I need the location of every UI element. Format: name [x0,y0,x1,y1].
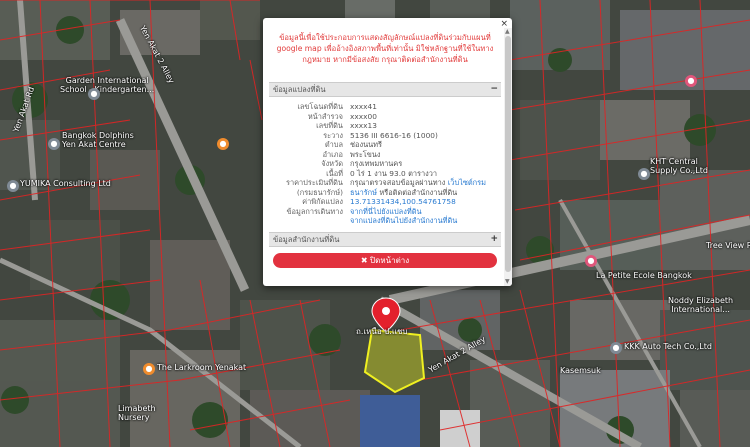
scroll-down-icon[interactable]: ▼ [505,278,510,285]
parcel-marker-label: ถ.เหนือ ป.แชบ [356,327,408,336]
section-header-office[interactable]: ข้อมูลสำนักงานที่ดิน + [269,231,501,247]
restaurant-icon[interactable]: ● [217,138,229,150]
poi-label-kht: KHT Central Supply Co.,Ltd [650,157,708,175]
poi-label-line: Bangkok Dolphins [62,131,134,140]
table-row: เนื้อที่ 0 ไร่ 1 งาน 93.0 ตารางวา [269,169,486,179]
section-title: ข้อมูลแปลงที่ดิน [273,85,326,94]
poi-label-line: Limabeth [118,404,156,413]
poi-label-line: Garden International [65,76,149,85]
row-key: จังหวัด [321,159,343,168]
poi-label-la-petite: La Petite Ecole Bangkok [596,271,692,280]
close-window-button[interactable]: ✖ ปิดหน้าต่าง [273,252,497,268]
poi-label-line: International... [671,305,730,314]
poi-label-bangkok-dolphins: Bangkok Dolphins Yen Akat Centre [62,131,134,149]
table-row: ค่าพิกัดแปลง 13.71331434,100.54761758 [269,197,486,207]
parcel-info-popup: × ข้อมูลนี้เพื่อใช้ประกอบการแสดงสัญลักษณ… [263,18,512,286]
row-key: เลขที่ดิน [316,121,343,130]
treasury-link[interactable]: ธนารักษ์ [350,188,377,197]
row-key: (กรมธนารักษ์) [296,187,343,197]
row-key [269,216,350,226]
row-key: ค่าพิกัดแปลง [302,197,343,206]
row-value: พระโขนง [350,149,381,159]
poi-label-limabeth: Limabeth Nursery [118,404,156,422]
poi-label-kkk: KKK Auto Tech Co.,Ltd [624,342,712,351]
popup-scrollbar[interactable]: ▲ ▼ [504,28,512,286]
disclaimer-notice: ข้อมูลนี้เพื่อใช้ประกอบการแสดงสัญลักษณ์แ… [276,33,494,64]
row-value: กรุงเทพมหานคร [350,159,403,168]
row-key: หน้าสำรวจ [307,111,343,121]
school-icon[interactable]: ● [88,88,100,100]
table-row: หน้าสำรวจ xxxx00 [269,112,486,122]
section-header-parcel[interactable]: ข้อมูลแปลงที่ดิน − [269,82,501,97]
shop-icon[interactable]: ● [685,75,697,87]
row-value: xxxx41 [350,102,377,111]
poi-label-larkroom: The Larkroom Yenakat [157,363,247,372]
row-key: อำเภอ [322,149,343,159]
row-value: กรุณาตรวจสอบข้อมูลผ่านทาง เว็บไซต์กรม [350,178,486,188]
table-row: ตำบล ช่องนนทรี [269,140,486,150]
poi-label-line: Supply Co.,Ltd [650,166,708,175]
poi-label-line: KHT Central [650,157,698,166]
table-row: อำเภอ พระโขนง [269,150,486,160]
collapse-icon[interactable]: − [490,83,498,96]
row-value: 0 ไร่ 1 งาน 93.0 ตารางวา [350,168,438,178]
row-key: ข้อมูลการเดินทาง [286,206,344,216]
poi-label-noddy: Noddy Elizabeth International... [668,296,733,314]
row-key: เนื้อที่ [326,168,343,178]
poi-label-garden-school: Garden International School - Kindergart… [60,76,154,94]
row-value: 13.71331434,100.54761758 [350,197,486,207]
row-key: ตำบล [324,140,343,149]
poi-label-line: School - Kindergarten... [60,85,155,94]
poi-label-yumika: YUMIKA Consulting Ltd [20,179,111,188]
row-value-text: กรุณาตรวจสอบข้อมูลผ่านทาง [350,178,446,187]
row-key: ราคาประเมินที่ดิน [285,178,343,187]
row-value-text: หรือติดต่อสำนักงานที่ดิน [377,187,458,197]
expand-icon[interactable]: + [490,233,498,246]
parcel-info-table: เลขโฉนดที่ดิน xxxx41 หน้าสำรวจ xxxx00 เลขท… [269,102,486,226]
row-value: ช่องนนทรี [350,140,383,149]
place-icon[interactable]: ● [610,342,622,354]
scroll-up-icon[interactable]: ▲ [505,28,510,35]
poi-label-kasemsuk: Kasemsuk [560,366,601,375]
table-row: ราคาประเมินที่ดิน กรุณาตรวจสอบข้อมูลผ่านท… [269,178,486,188]
row-value: 5136 III 6616-16 (1000) [350,130,438,140]
place-icon[interactable]: ● [7,180,19,192]
place-icon[interactable]: ● [638,168,650,180]
section-title: ข้อมูลสำนักงานที่ดิน [273,234,340,244]
poi-label-line: Noddy Elizabeth [668,296,734,305]
table-row: เลขโฉนดที่ดิน xxxx41 [269,102,486,112]
row-value: จากที่นี่ไปยังแปลงที่ดิน [350,207,486,217]
table-row: จากแปลงที่ดินไปยังสำนักงานที่ดิน [269,216,486,226]
directions-to-office-link[interactable]: จากแปลงที่ดินไปยังสำนักงานที่ดิน [350,216,457,225]
row-value: xxxx13 [350,121,377,130]
row-key: ระวาง [323,130,343,140]
poi-label-line: Yen Akat Centre [62,140,126,149]
place-icon[interactable]: ● [48,138,60,150]
poi-label-line: Nursery [118,413,150,422]
scrollbar-thumb[interactable] [505,36,511,272]
row-key: เลขโฉนดที่ดิน [297,102,343,111]
row-value: ธนารักษ์ หรือติดต่อสำนักงานที่ดิน [350,188,486,198]
popup-content: ข้อมูลนี้เพื่อใช้ประกอบการแสดงสัญลักษณ์แ… [269,18,501,286]
table-row: เลขที่ดิน xxxx13 [269,121,486,131]
table-row: ข้อมูลการเดินทาง จากที่นี่ไปยังแปลงที่ดิน [269,207,486,217]
table-row: จังหวัด กรุงเทพมหานคร [269,159,486,169]
restaurant-icon[interactable]: ● [143,363,155,375]
table-row: ระวาง 5136 III 6616-16 (1000) [269,131,486,141]
treasury-website-link[interactable]: เว็บไซต์กรม [448,178,486,187]
directions-to-parcel-link[interactable]: จากที่นี่ไปยังแปลงที่ดิน [350,207,422,216]
table-row: (กรมธนารักษ์) ธนารักษ์ หรือติดต่อสำนักงาน… [269,188,486,198]
poi-label-tree-view: Tree View Res [706,241,750,250]
row-value: จากแปลงที่ดินไปยังสำนักงานที่ดิน [350,216,486,226]
row-value: xxxx00 [350,111,377,121]
shop-icon[interactable]: ● [585,255,597,267]
coordinates-link[interactable]: 13.71331434,100.54761758 [350,197,456,206]
